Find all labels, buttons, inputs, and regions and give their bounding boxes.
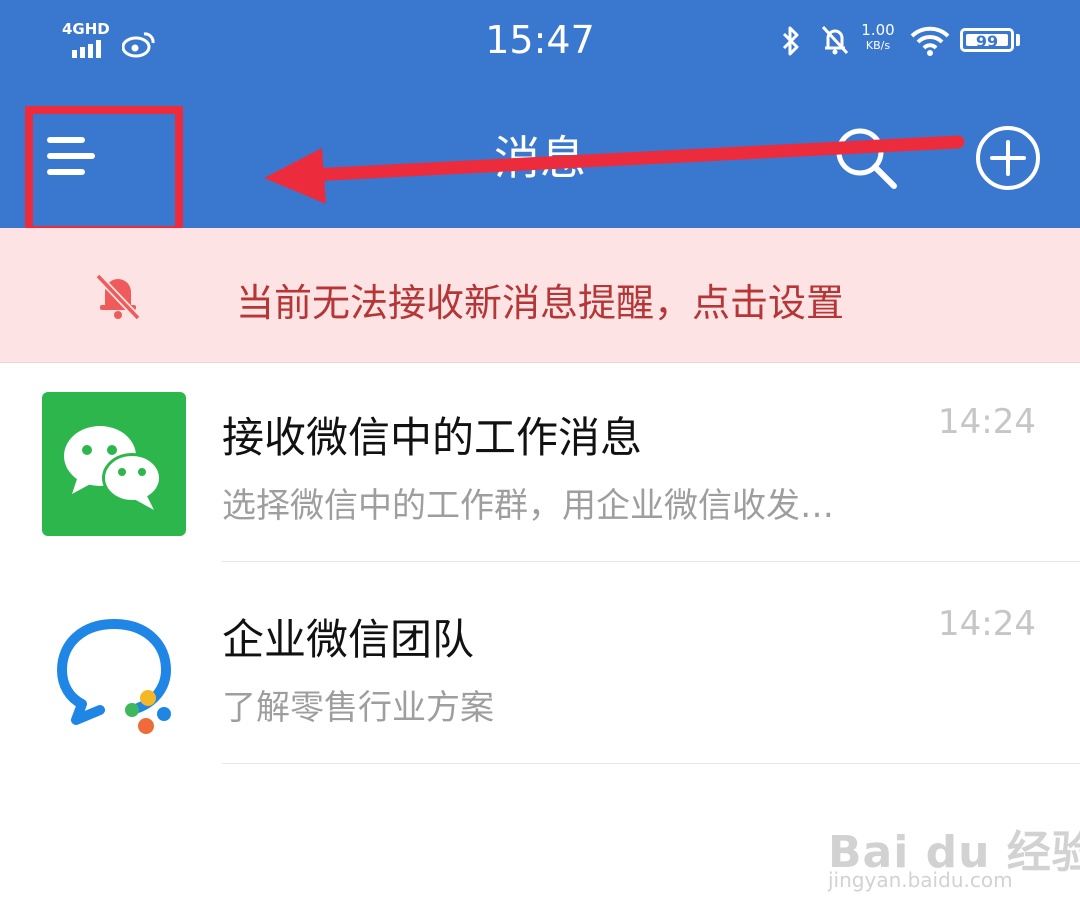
battery-level: 99	[966, 34, 1008, 50]
battery-icon: 99	[960, 28, 1014, 52]
message-preview: 了解零售行业方案	[222, 688, 494, 728]
wecom-logo-icon	[57, 619, 172, 734]
notification-warning-banner[interactable]: 当前无法接收新消息提醒，点击设置	[0, 228, 1080, 363]
divider	[222, 561, 1080, 562]
watermark-url: jingyan.baidu.com	[828, 868, 1013, 892]
bluetooth-icon	[782, 26, 799, 56]
speed-value: 1.00	[861, 21, 895, 39]
list-item[interactable]: 企业微信团队 了解零售行业方案 14:24	[0, 564, 1080, 764]
search-icon	[836, 128, 897, 189]
wechat-logo-icon	[64, 426, 162, 510]
top-bar: 4GHD 15:47 1.00 KB/s 99 消息	[0, 0, 1080, 228]
message-title: 企业微信团队	[222, 615, 475, 664]
plus-circle-icon	[976, 126, 1040, 190]
baidu-watermark: Bai du 经验 jingyan.baidu.com	[828, 800, 1080, 900]
message-time: 14:24	[938, 604, 1036, 644]
battery-cap	[1016, 34, 1020, 46]
muted-bell-icon	[95, 273, 141, 321]
search-button[interactable]	[832, 124, 902, 194]
divider	[222, 763, 1080, 764]
status-right: 1.00 KB/s 99	[776, 20, 1036, 60]
list-item[interactable]: 接收微信中的工作消息 选择微信中的工作群，用企业微信收发… 14:24	[0, 362, 1080, 562]
message-time: 14:24	[938, 402, 1036, 442]
mute-bell-icon	[821, 25, 849, 55]
message-preview: 选择微信中的工作群，用企业微信收发…	[222, 486, 834, 526]
page-title: 消息	[494, 131, 586, 185]
wechat-avatar	[42, 392, 186, 536]
wecom-avatar	[42, 594, 186, 738]
add-button[interactable]	[974, 124, 1042, 192]
network-speed: 1.00 KB/s	[858, 22, 898, 54]
wifi-icon	[910, 26, 950, 56]
speed-unit: KB/s	[865, 39, 891, 52]
banner-text: 当前无法接收新消息提醒，点击设置	[236, 281, 845, 325]
message-title: 接收微信中的工作消息	[222, 413, 643, 462]
